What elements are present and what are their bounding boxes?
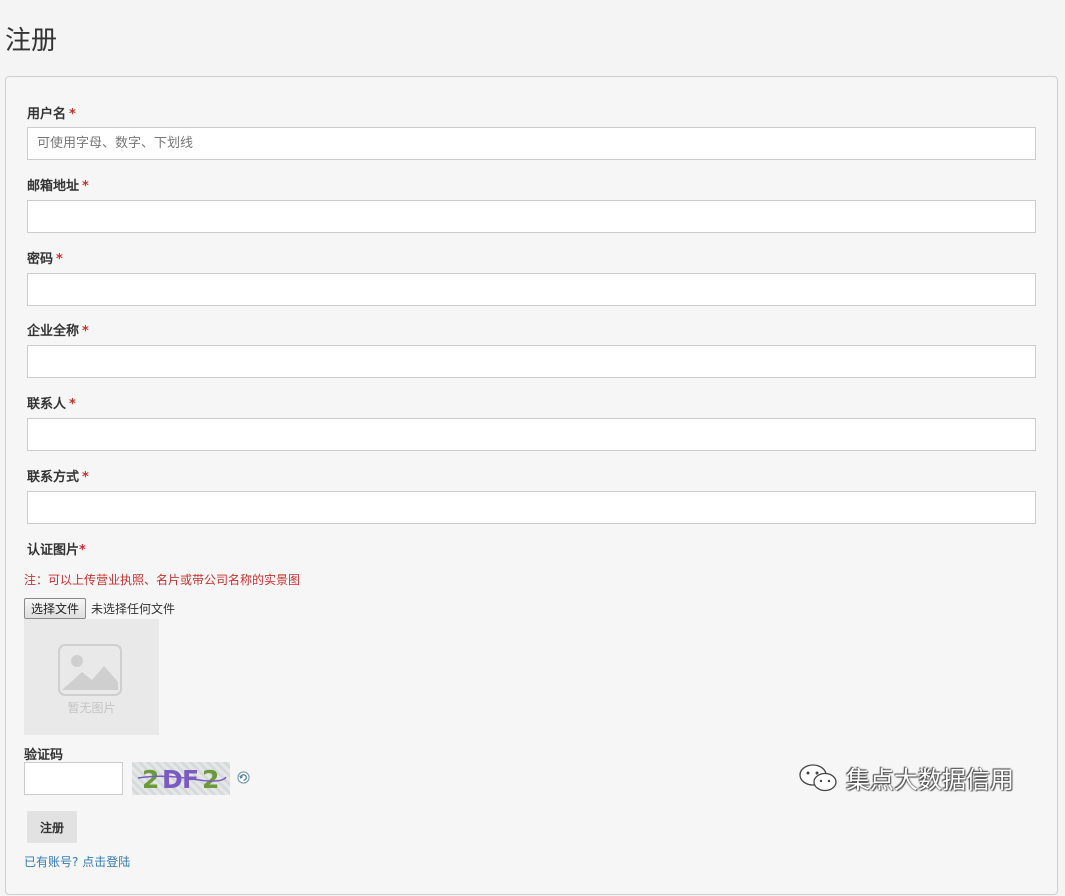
contact-input[interactable] (27, 418, 1036, 451)
email-label: 邮箱地址 * (27, 179, 89, 194)
choose-file-button[interactable]: 选择文件 (24, 598, 87, 619)
required-mark: * (69, 397, 76, 412)
register-button[interactable]: 注册 (27, 811, 77, 843)
login-prompt: 已有账号? 点击登陆 (24, 855, 131, 869)
required-mark: * (56, 252, 63, 267)
watermark-text: 集点大数据信用 (846, 766, 1014, 794)
captcha-glyphs: 2 D F 2 (137, 765, 227, 794)
captcha-char: D (162, 765, 183, 794)
company-input[interactable] (27, 345, 1036, 378)
file-status: 未选择任何文件 (91, 602, 176, 616)
required-mark: * (82, 179, 89, 194)
captcha-label: 验证码 (24, 748, 64, 763)
contact-method-label: 联系方式 * (27, 470, 89, 485)
username-label: 用户名 * (27, 107, 76, 122)
password-label: 密码 * (27, 252, 63, 267)
captcha-char: 2 (202, 765, 219, 794)
login-link[interactable]: 点击登陆 (82, 855, 130, 869)
required-mark: * (82, 470, 89, 485)
wechat-icon (799, 763, 837, 791)
required-mark: * (69, 107, 76, 122)
upload-note: 注：可以上传营业执照、名片或带公司名称的实景图 (24, 573, 301, 587)
captcha-char: 2 (142, 765, 159, 794)
contact-label: 联系人 * (27, 397, 76, 412)
username-input[interactable] (27, 127, 1036, 160)
image-placeholder-icon (58, 644, 122, 696)
refresh-icon[interactable] (237, 771, 250, 784)
required-mark: * (79, 543, 86, 558)
file-upload: 选择文件 未选择任何文件 (24, 598, 175, 619)
cert-image-label: 认证图片* (27, 543, 86, 558)
image-preview: 暂无图片 (24, 619, 159, 735)
contact-method-input[interactable] (27, 491, 1036, 524)
captcha-image[interactable]: 2 D F 2 (132, 762, 230, 795)
company-label: 企业全称 * (27, 324, 89, 339)
captcha-input[interactable] (24, 762, 123, 795)
preview-text: 暂无图片 (67, 701, 116, 715)
password-input[interactable] (27, 273, 1036, 306)
watermark: 集点大数据信用 (798, 760, 1014, 795)
required-mark: * (82, 324, 89, 339)
page-title: 注册 (5, 26, 58, 56)
email-input[interactable] (27, 200, 1036, 233)
